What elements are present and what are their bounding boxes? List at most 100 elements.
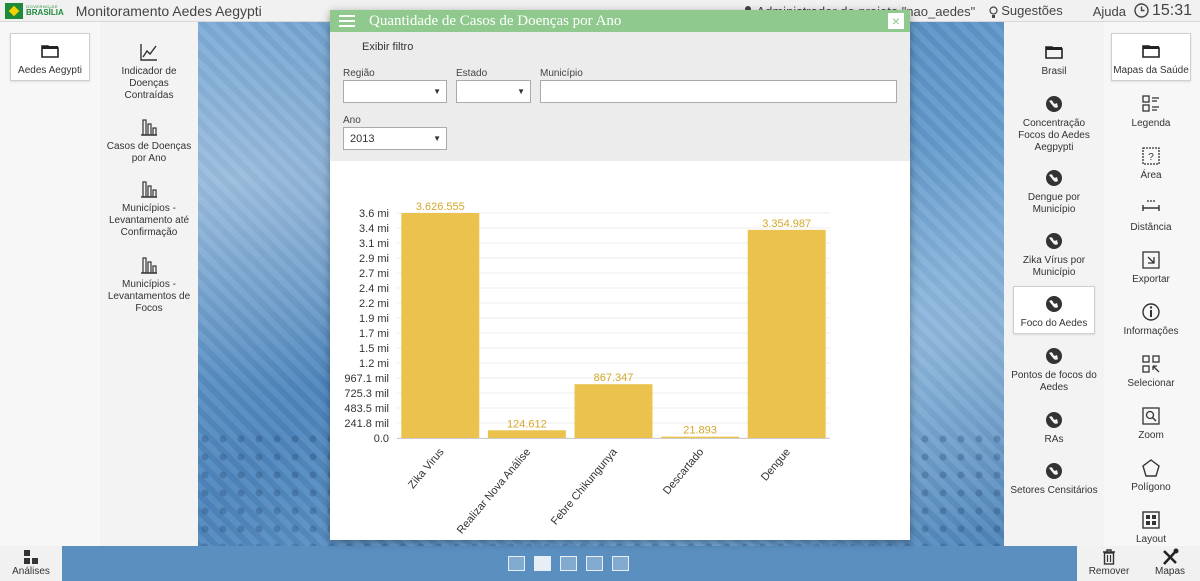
help-button[interactable]: Ajuda [1093, 4, 1126, 19]
grid-icon [24, 550, 38, 564]
data-label: 21.893 [683, 425, 717, 437]
x-tick-label: Descartado [661, 446, 706, 497]
page-1-button[interactable] [508, 556, 525, 571]
bar [747, 229, 826, 438]
item-casos-doencas-por-ano[interactable]: Casos de Doenças por Ano [104, 117, 194, 165]
layer-label: RAs [1044, 434, 1064, 445]
tab-mapas-da-saude[interactable]: Mapas da Saúde [1111, 33, 1191, 81]
globe-icon [1046, 233, 1062, 249]
analysis-list-panel: Indicador de Doenças Contraídas Casos de… [100, 22, 198, 546]
y-tick-label: 725.3 mil [344, 388, 389, 400]
lightbulb-icon [989, 5, 998, 18]
layer-label: Zika Vírus por Município [1022, 255, 1086, 278]
hamburger-menu-icon[interactable] [337, 10, 357, 32]
layer-label: Pontos de focos do Aedes [1011, 370, 1097, 393]
layer-setores-censitarios[interactable]: Setores Censitários [1009, 461, 1099, 497]
page-3-button[interactable] [560, 556, 577, 571]
tab-label: Aedes Aegypti [18, 65, 82, 76]
y-tick-label: 241.8 mil [344, 418, 389, 430]
item-municipios-levantamento-confirmacao[interactable]: Municípios - Levantamento até Confirmaçã… [104, 179, 194, 239]
tool-legenda[interactable]: Legenda [1111, 94, 1191, 130]
layers-panel: Brasil Concentração Focos do Aedes Aegpy… [1004, 22, 1104, 546]
chart-area: 0.0 241.8 mil 483.5 mil 725.3 mil 967.1 mil 1… [330, 161, 910, 540]
tool-informacoes[interactable]: Informações [1111, 302, 1191, 338]
ano-select[interactable]: 2013 ▼ [343, 127, 447, 150]
app-title: Monitoramento Aedes Aegypti [75, 2, 262, 19]
suggestions-button[interactable]: Sugestões [989, 3, 1063, 18]
layer-ras[interactable]: RAs [1009, 410, 1099, 446]
tool-zoom[interactable]: Zoom [1111, 406, 1191, 442]
tool-label: Distância [1130, 222, 1172, 233]
gov-logo: GOVERNO DE BRASÍLIA [5, 2, 64, 20]
item-indicador-doencas[interactable]: Indicador de Doenças Contraídas [104, 42, 194, 102]
y-tick-label: 483.5 mil [344, 403, 389, 415]
globe-icon [1046, 412, 1062, 428]
layer-foco-do-aedes[interactable]: Foco do Aedes [1013, 286, 1095, 334]
zoom-icon [1142, 407, 1160, 425]
line-chart-icon [140, 44, 157, 61]
page-4-button[interactable] [586, 556, 603, 571]
bar [574, 384, 653, 438]
item-municipios-levantamentos-focos[interactable]: Municípios - Levantamentos de Focos [104, 255, 194, 315]
layer-zika-por-municipio[interactable]: Zika Vírus por Município [1009, 231, 1099, 279]
bar-chart-icon [141, 119, 157, 136]
globe-icon [1046, 463, 1062, 479]
dropdown-arrow-icon: ▼ [517, 87, 525, 96]
x-tick-label: Febre Chikungunya [549, 446, 620, 528]
tab-aedes-aegypti[interactable]: Aedes Aegypti [10, 33, 90, 81]
folder-icon [1045, 46, 1063, 59]
mapas-button[interactable]: Mapas [1145, 546, 1195, 577]
layer-brasil[interactable]: Brasil [1009, 42, 1099, 78]
clock-time: 15:31 [1151, 2, 1192, 19]
tool-label: Área [1140, 170, 1162, 181]
y-tick-label: 1.9 mi [359, 313, 389, 325]
tools-icon [1163, 548, 1179, 565]
tool-area[interactable]: ? Área [1111, 146, 1191, 182]
tool-label: Layout [1135, 534, 1167, 545]
analises-button[interactable]: Análises [0, 546, 62, 581]
tool-label: Polígono [1131, 482, 1171, 493]
item-label: Casos de Doenças por Ano [106, 141, 192, 164]
item-label: Municípios - Levantamento até Confirmaçã… [108, 203, 190, 238]
estado-label: Estado [456, 68, 488, 79]
y-tick-label: 3.1 mi [359, 238, 389, 250]
clock: 15:31 [1134, 2, 1192, 20]
municipio-select[interactable] [540, 80, 897, 103]
left-category-panel: Aedes Aegypti [0, 22, 100, 546]
y-tick-label: 1.7 mi [359, 328, 389, 340]
tool-selecionar[interactable]: Selecionar [1111, 354, 1191, 390]
layout-icon [1142, 511, 1160, 529]
y-tick-label: 2.9 mi [359, 253, 389, 265]
tool-label: Exportar [1132, 274, 1170, 285]
layer-pontos-focos[interactable]: Pontos de focos do Aedes [1009, 346, 1099, 394]
item-label: Municípios - Levantamentos de Focos [107, 279, 191, 314]
page-selector [508, 556, 629, 571]
bar-chart-icon [141, 181, 157, 198]
tool-distancia[interactable]: Distância [1111, 198, 1191, 234]
ano-value: 2013 [350, 133, 375, 145]
page-2-button[interactable] [534, 556, 551, 571]
tool-layout[interactable]: Layout [1111, 510, 1191, 546]
close-icon[interactable]: × [888, 13, 904, 29]
bottom-right-tools: Remover Mapas [1077, 546, 1200, 581]
select-icon [1142, 355, 1160, 373]
estado-select[interactable]: ▼ [456, 80, 531, 103]
tool-poligono[interactable]: Polígono [1111, 458, 1191, 494]
data-label: 3.354.987 [762, 218, 811, 230]
y-tick-label: 1.2 mi [359, 358, 389, 370]
remover-button[interactable]: Remover [1085, 546, 1133, 577]
layer-concentracao-focos[interactable]: Concentração Focos do Aedes Aegpypti [1009, 94, 1099, 154]
globe-icon [1046, 348, 1062, 364]
layer-label: Concentração Focos do Aedes Aegpypti [1018, 118, 1090, 153]
tool-exportar[interactable]: Exportar [1111, 250, 1191, 286]
tool-label: Legenda [1131, 118, 1171, 129]
page-5-button[interactable] [612, 556, 629, 571]
show-filter-link[interactable]: Exibir filtro [362, 41, 413, 53]
layer-label: Dengue por Município [1027, 192, 1081, 215]
bar [661, 436, 740, 438]
y-tick-label: 2.2 mi [359, 298, 389, 310]
logo-big-text: BRASÍLIA [26, 7, 64, 17]
y-tick-label: 3.6 mi [359, 208, 389, 220]
layer-dengue-por-municipio[interactable]: Dengue por Município [1009, 168, 1099, 216]
regiao-select[interactable]: ▼ [343, 80, 447, 103]
